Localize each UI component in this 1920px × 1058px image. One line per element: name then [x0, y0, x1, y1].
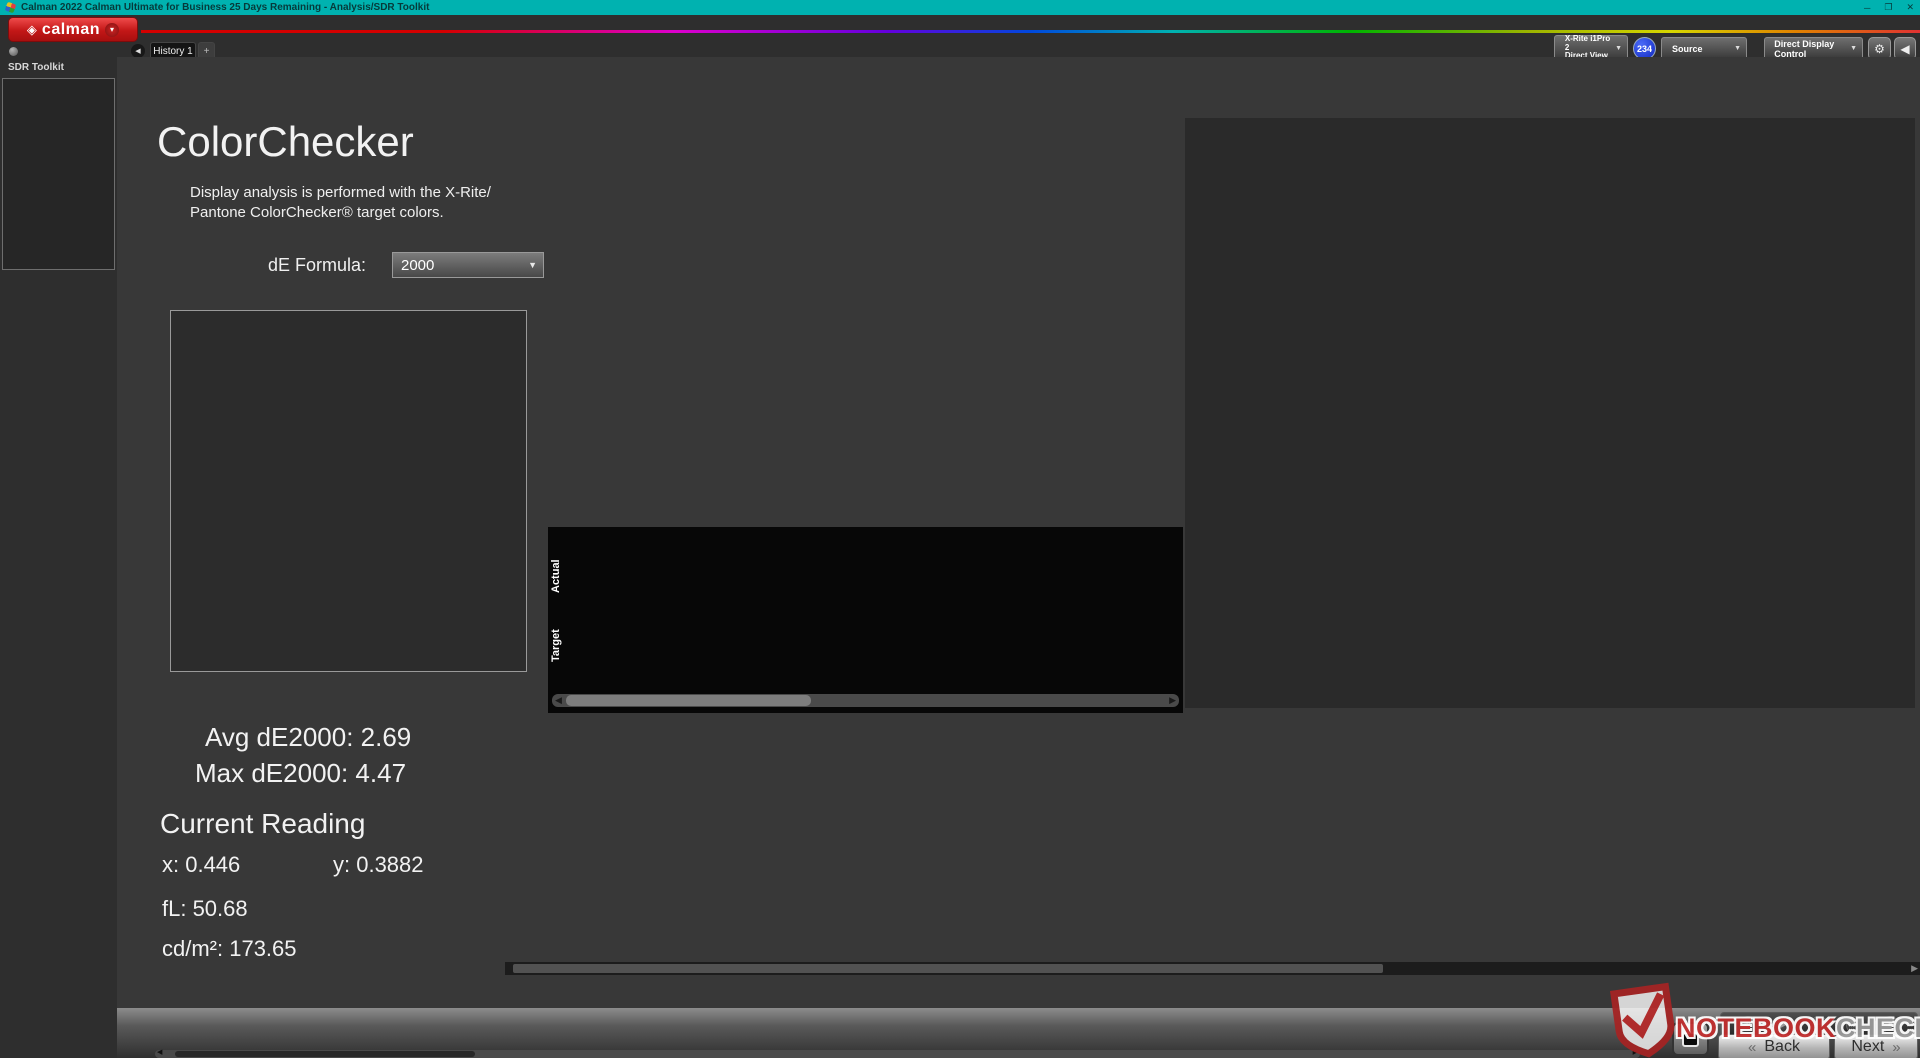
- calman-logo-button[interactable]: ◈ calman ▾: [8, 17, 138, 42]
- page-description-line1: Display analysis is performed with the X…: [190, 184, 491, 201]
- source-status-bar: [1664, 40, 1668, 57]
- chevron-down-icon: ▼: [1734, 45, 1741, 52]
- calman-logo-label: calman: [42, 21, 100, 39]
- app-icon: [5, 2, 17, 14]
- skip-forward-button[interactable]: ⏭: [1810, 1016, 1828, 1034]
- window-titlebar[interactable]: Calman 2022 Calman Ultimate for Business…: [0, 0, 1920, 15]
- gear-icon: ⚙: [1874, 42, 1885, 56]
- skip-back-button[interactable]: ⏮: [1739, 1016, 1757, 1034]
- next-button-label: Next: [1851, 1038, 1884, 1056]
- table-scrollbar[interactable]: ▶: [505, 962, 1920, 975]
- table-scrollbar-thumb[interactable]: [513, 964, 1383, 973]
- calman-app: Calman 2022 Calman Ultimate for Business…: [0, 0, 1920, 1058]
- target-row-label: Target: [550, 611, 566, 681]
- actual-target-swatch-viewer: Actual Target ◀ ▶: [548, 527, 1183, 713]
- pattern-window-button[interactable]: [1672, 1022, 1709, 1056]
- scroll-right-icon[interactable]: ▶: [1169, 694, 1176, 707]
- measurement-table: [505, 726, 1920, 961]
- maximize-button[interactable]: ❐: [1884, 2, 1892, 13]
- de-formula-label: dE Formula:: [268, 255, 366, 276]
- source-label: Source: [1672, 44, 1703, 54]
- back-button-label: Back: [1764, 1038, 1800, 1056]
- swatch-scrollbar[interactable]: ◀ ▶: [552, 694, 1179, 707]
- minimize-button[interactable]: ─: [1864, 3, 1870, 13]
- play-button[interactable]: ▶: [1774, 1016, 1792, 1034]
- status-dot: [9, 47, 18, 56]
- window-title: Calman 2022 Calman Ultimate for Business…: [21, 2, 429, 13]
- stop-button[interactable]: ■: [1881, 1016, 1899, 1034]
- page-description-line2: Pantone ColorChecker® target colors.: [190, 204, 444, 221]
- scroll-right-icon[interactable]: ▶: [1911, 962, 1918, 975]
- reading-x-value: x: 0.446: [162, 852, 240, 878]
- rainbow-divider: [141, 30, 1920, 33]
- chevron-down-icon: ▼: [1615, 45, 1622, 52]
- calman-logo-icon: ◈: [27, 22, 37, 38]
- de-formula-select[interactable]: 2000 ▼: [392, 252, 544, 278]
- reading-cdm2-value: cd/m²: 173.65: [162, 936, 297, 962]
- swatch-scrollbar-thumb[interactable]: [566, 695, 811, 706]
- scroll-left-icon[interactable]: ◀: [157, 1048, 162, 1056]
- display-control-label: Direct Display Control: [1774, 39, 1850, 59]
- meter-name: X-Rite i1Pro 2: [1565, 35, 1615, 52]
- pattern-window-icon: [1682, 1032, 1699, 1047]
- next-button[interactable]: Next »: [1834, 1034, 1918, 1058]
- chevron-down-icon: ▼: [1850, 45, 1857, 52]
- chevron-down-icon: ▼: [528, 260, 537, 270]
- meter-status-bar: [1557, 40, 1561, 57]
- sidebar-title: SDR Toolkit: [8, 62, 64, 73]
- loop-button[interactable]: ⟳: [1846, 1016, 1864, 1034]
- page-title: ColorChecker: [157, 118, 414, 166]
- scroll-left-icon[interactable]: ◀: [555, 694, 562, 707]
- actual-row-label: Actual: [550, 541, 566, 611]
- workflow-tree: [2, 78, 115, 270]
- chevron-down-icon: ▾: [105, 23, 119, 37]
- close-button[interactable]: ✕: [1906, 2, 1914, 13]
- back-button[interactable]: « Back: [1718, 1034, 1830, 1058]
- tab-scroll-left-button[interactable]: ◀: [131, 44, 145, 58]
- reading-y-value: y: 0.3882: [333, 852, 424, 878]
- chevron-left-icon: ◀: [1900, 42, 1909, 56]
- deltae-chart: [170, 310, 527, 672]
- max-de2000-value: Max dE2000: 4.47: [195, 758, 406, 789]
- current-reading-label: Current Reading: [160, 808, 365, 840]
- avg-de2000-value: Avg dE2000: 2.69: [205, 722, 411, 753]
- cie-diagram-panel: [1185, 118, 1915, 708]
- chevron-double-right-icon: »: [1892, 1039, 1900, 1056]
- patch-strip-scrollbar[interactable]: ◀ ▶: [155, 1050, 1640, 1058]
- de-formula-value: 2000: [401, 257, 434, 274]
- display-control-status-bar: [1767, 40, 1770, 57]
- patch-strip-scrollbar-thumb[interactable]: [175, 1051, 475, 1057]
- chevron-double-left-icon: «: [1748, 1039, 1756, 1056]
- scroll-right-icon[interactable]: ▶: [1633, 1048, 1638, 1056]
- reading-fl-value: fL: 50.68: [162, 896, 248, 922]
